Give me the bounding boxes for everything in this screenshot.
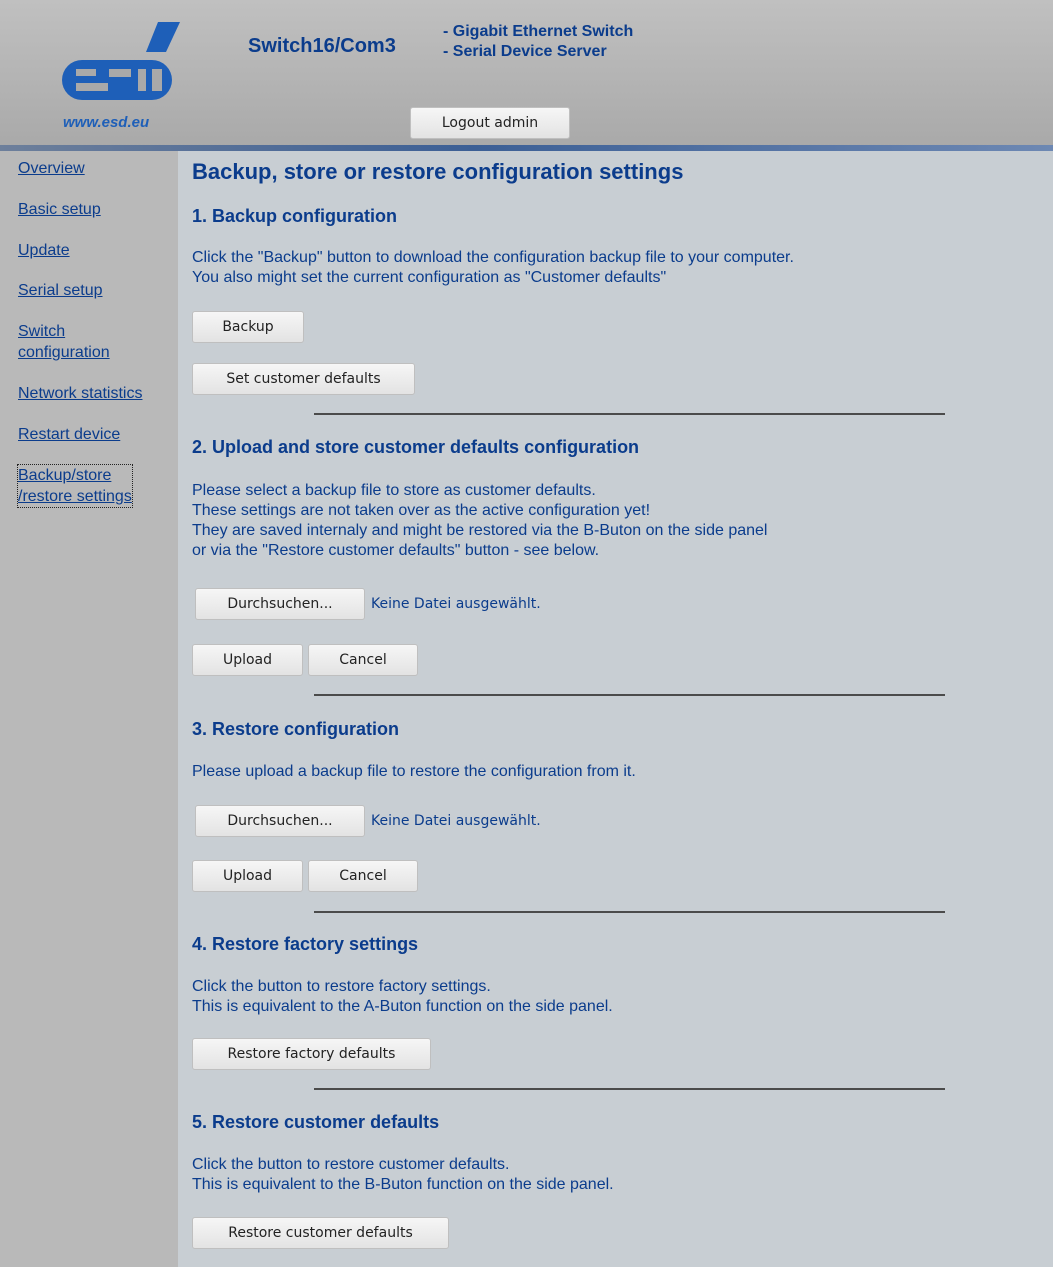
backup-button[interactable]: Backup	[192, 311, 304, 343]
section-3-text: Please upload a backup file to restore t…	[192, 762, 636, 782]
header: www.esd.eu Switch16/Com3 - Gigabit Ether…	[0, 0, 1053, 147]
upload-button-restore[interactable]: Upload	[192, 860, 303, 892]
section-divider	[314, 413, 945, 415]
section-5-heading: 5. Restore customer defaults	[192, 1112, 440, 1132]
product-subtitle: - Gigabit Ethernet Switch - Serial Devic…	[443, 22, 633, 62]
subtitle-line-1: - Gigabit Ethernet Switch	[443, 23, 634, 40]
section-4-heading: 4. Restore factory settings	[192, 934, 419, 954]
page-title: Backup, store or restore configuration s…	[192, 159, 684, 184]
sidebar-item-update[interactable]: Update	[18, 240, 70, 261]
sidebar-item-network-statistics[interactable]: Network statistics	[18, 383, 142, 404]
section-2-text: Please select a backup file to store as …	[192, 481, 767, 561]
section-4-text: Click the button to restore factory sett…	[192, 977, 613, 1017]
cancel-button-customer-defaults[interactable]: Cancel	[308, 644, 418, 676]
section-2-line-4: or via the "Restore customer defaults" b…	[192, 542, 600, 559]
section-divider	[314, 1088, 945, 1090]
main-content	[178, 151, 1053, 1267]
upload-button-customer-defaults[interactable]: Upload	[192, 644, 303, 676]
subtitle-line-2: - Serial Device Server	[443, 43, 607, 60]
section-divider	[314, 911, 945, 913]
section-2-line-1: Please select a backup file to store as …	[192, 482, 596, 499]
logo-url: www.esd.eu	[63, 114, 150, 131]
product-name: Switch16/Com3	[248, 35, 396, 57]
sidebar-item-label: Backup/store	[18, 467, 112, 484]
section-3-line-1: Please upload a backup file to restore t…	[192, 763, 636, 780]
section-2-heading: 2. Upload and store customer defaults co…	[192, 437, 640, 457]
sidebar-item-serial-setup[interactable]: Serial setup	[18, 280, 103, 301]
section-4-line-1: Click the button to restore factory sett…	[192, 978, 491, 995]
sidebar-item-switch-configuration[interactable]: Switch configuration	[18, 321, 110, 363]
section-4-line-2: This is equivalent to the A-Buton functi…	[192, 998, 613, 1015]
sidebar-item-restart-device[interactable]: Restart device	[18, 424, 120, 445]
sidebar-item-overview[interactable]: Overview	[18, 158, 85, 179]
sidebar	[0, 151, 178, 1267]
section-5-line-2: This is equivalent to the B-Buton functi…	[192, 1176, 614, 1193]
file-status-restore: Keine Datei ausgewählt.	[371, 813, 541, 829]
section-1-text: Click the "Backup" button to download th…	[192, 248, 794, 288]
section-3-heading: 3. Restore configuration	[192, 719, 400, 739]
restore-factory-defaults-button[interactable]: Restore factory defaults	[192, 1038, 431, 1070]
sidebar-item-backup-restore[interactable]: Backup/store /restore settings	[17, 464, 133, 508]
cancel-button-restore[interactable]: Cancel	[308, 860, 418, 892]
section-5-line-1: Click the button to restore customer def…	[192, 1156, 510, 1173]
section-2-line-3: They are saved internaly and might be re…	[192, 522, 768, 539]
sidebar-item-label: Switch	[18, 323, 66, 340]
sidebar-item-label: configuration	[18, 344, 110, 361]
section-1-line-2: You also might set the current configura…	[192, 269, 667, 286]
section-2-line-2: These settings are not taken over as the…	[192, 502, 651, 519]
esd-logo	[62, 22, 180, 100]
restore-customer-defaults-button[interactable]: Restore customer defaults	[192, 1217, 449, 1249]
section-1-line-1: Click the "Backup" button to download th…	[192, 249, 794, 266]
sidebar-item-label: /restore settings	[18, 488, 132, 505]
browse-button-customer-defaults[interactable]: Durchsuchen...	[195, 588, 365, 620]
file-status-customer-defaults: Keine Datei ausgewählt.	[371, 596, 541, 612]
section-1-heading: 1. Backup configuration	[192, 206, 398, 226]
logout-button[interactable]: Logout admin	[410, 107, 570, 139]
section-divider	[314, 694, 945, 696]
section-5-text: Click the button to restore customer def…	[192, 1155, 614, 1195]
sidebar-item-basic-setup[interactable]: Basic setup	[18, 199, 101, 220]
set-customer-defaults-button[interactable]: Set customer defaults	[192, 363, 415, 395]
browse-button-restore[interactable]: Durchsuchen...	[195, 805, 365, 837]
